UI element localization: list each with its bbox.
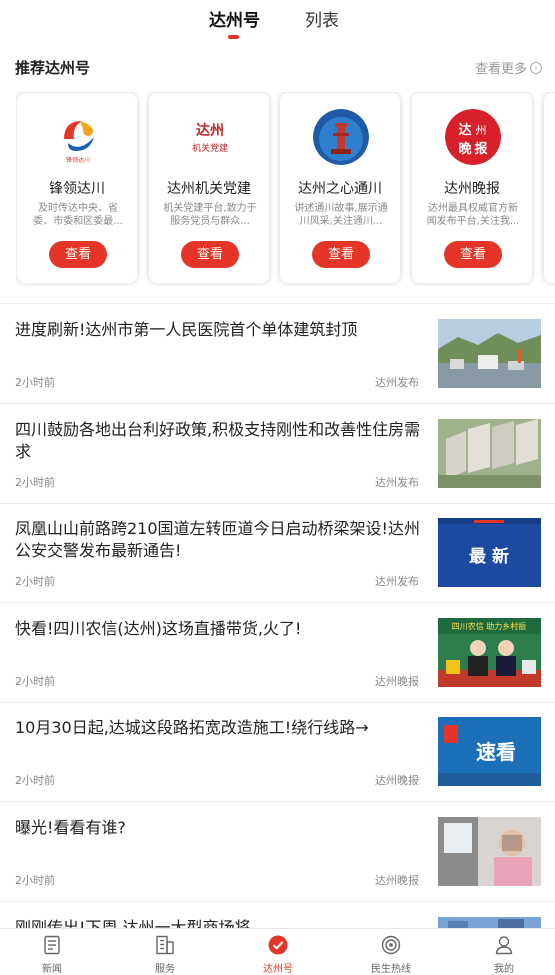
recommend-card-tongchuan[interactable]: 达州之心通川 讲述通川故事,展示通川风采,关注通川... 查看 xyxy=(279,92,401,284)
news-item[interactable]: 四川鼓励各地出台利好政策,积极支持刚性和改善性住房需求 2小时前 达州发布 xyxy=(0,404,555,504)
news-time: 2小时前 xyxy=(15,874,55,887)
recommend-card-desc: 机关党建平台,致力于服务党员与群众... xyxy=(163,203,257,227)
recommend-card-fengling[interactable]: 锋领达川 锋领达川 及时传达中央、省委、市委和区委最... 查看 xyxy=(16,92,138,284)
recommend-card-wanbao[interactable]: 达 州 晚 报 达州晚报 达州最具权威官方新闻发布平台,关注我... 查看 xyxy=(411,92,533,284)
news-source: 达州晚报 xyxy=(375,675,419,688)
news-thumbnail-caption: 四川农信 助力乡村振 xyxy=(452,621,527,631)
news-source: 达州晚报 xyxy=(375,874,419,887)
news-title: 曝光!看看有谁? xyxy=(15,818,126,837)
news-thumbnail: 速看 xyxy=(438,717,541,786)
profile-icon xyxy=(495,936,513,955)
tab-dazhou-hao[interactable]: 达州号 xyxy=(209,6,260,31)
news-source: 达州晚报 xyxy=(375,774,419,787)
tongchuan-logo-icon xyxy=(313,109,369,165)
news-time: 2小时前 xyxy=(15,476,55,489)
svg-text:报: 报 xyxy=(474,142,488,157)
news-time: 2小时前 xyxy=(15,575,55,588)
tab-list[interactable]: 列表 xyxy=(305,6,339,31)
recommend-card-desc: 讲述通川故事,展示通川风采,关注通川... xyxy=(294,203,388,227)
svg-text:达: 达 xyxy=(458,122,471,138)
news-thumbnail xyxy=(438,817,541,886)
active-tab-indicator xyxy=(228,35,239,39)
news-time: 2小时前 xyxy=(15,376,55,389)
recommend-card-name: 达州晚报 xyxy=(444,181,500,197)
view-button[interactable]: 查看 xyxy=(49,241,107,268)
chevron-right-icon: › xyxy=(530,61,542,74)
view-button[interactable]: 查看 xyxy=(312,241,370,268)
news-item[interactable]: 凤凰山山前路跨210国道左转匝道今日启动桥梁架设!达州公安交警发布最新通告! 2… xyxy=(0,503,555,603)
news-title: 进度刷新!达州市第一人民医院首个单体建筑封顶 xyxy=(15,320,358,339)
news-time: 2小时前 xyxy=(15,774,55,787)
news-thumbnail xyxy=(438,319,541,388)
nav-hotline[interactable]: 民生热线 xyxy=(351,929,431,975)
see-more-label: 查看更多 xyxy=(474,62,527,77)
nav-label: 达州号 xyxy=(263,964,293,975)
news-title: 四川鼓励各地出台利好政策,积极支持刚性和改善性住房需求 xyxy=(15,420,421,461)
recommend-card-name: 达州之心通川 xyxy=(298,181,382,197)
news-icon xyxy=(44,935,60,955)
fengling-logo-icon: 锋领达川 xyxy=(50,109,106,165)
news-thumbnail xyxy=(438,419,541,488)
recommend-header: 推荐达州号 查看更多 › xyxy=(15,57,542,79)
nav-dazhou-hao[interactable]: 达州号 xyxy=(238,929,318,975)
recommend-card-name: 达州机关党建 xyxy=(167,181,251,197)
recommend-card-partial[interactable] xyxy=(543,92,555,284)
nav-label: 服务 xyxy=(155,964,175,975)
news-title: 10月30日起,达城这段路拓宽改造施工!绕行线路→ xyxy=(15,718,369,737)
news-item[interactable]: 10月30日起,达城这段路拓宽改造施工!绕行线路→ 2小时前 达州晚报 速看 xyxy=(0,702,555,802)
news-item[interactable]: 快看!四川农信(达州)这场直播带货,火了! 2小时前 达州晚报 四川农信 助力乡… xyxy=(0,603,555,703)
news-thumbnail: 最 新 xyxy=(438,518,541,587)
recommend-carousel[interactable]: 锋领达川 锋领达川 及时传达中央、省委、市委和区委最... 查看 达州 机关党建… xyxy=(16,92,555,286)
service-icon xyxy=(156,935,174,955)
svg-text:机关党建: 机关党建 xyxy=(192,142,228,154)
news-item[interactable]: 曝光!看看有谁? 2小时前 达州晚报 xyxy=(0,802,555,902)
recommend-card-name: 锋领达川 xyxy=(49,181,105,197)
see-more-link[interactable]: 查看更多 › xyxy=(475,58,542,77)
wanbao-logo-icon: 达 州 晚 报 xyxy=(445,109,501,165)
nav-label: 民生热线 xyxy=(371,964,411,975)
svg-text:州: 州 xyxy=(476,124,487,137)
recommend-card-desc: 达州最具权威官方新闻发布平台,关注我... xyxy=(426,203,520,227)
nav-profile[interactable]: 我的 xyxy=(464,929,544,975)
news-thumbnail-caption: 最 新 xyxy=(469,546,509,567)
bottom-nav: 新闻 服务 达州号 民生热线 我的 xyxy=(0,928,555,975)
news-source: 达州发布 xyxy=(375,376,419,389)
hotline-icon xyxy=(381,935,401,955)
news-item[interactable]: 进度刷新!达州市第一人民医院首个单体建筑封顶 2小时前 达州发布 xyxy=(0,304,555,404)
svg-text:晚: 晚 xyxy=(458,141,471,157)
news-title: 快看!四川农信(达州)这场直播带货,火了! xyxy=(15,619,302,638)
nav-service[interactable]: 服务 xyxy=(125,929,205,975)
jiguan-logo-icon: 达州 机关党建 xyxy=(182,109,238,165)
recommend-title: 推荐达州号 xyxy=(15,59,91,77)
news-thumbnail: 四川农信 助力乡村振 xyxy=(438,618,541,687)
view-button[interactable]: 查看 xyxy=(444,241,502,268)
nav-label: 我的 xyxy=(494,964,514,975)
news-time: 2小时前 xyxy=(15,675,55,688)
svg-text:锋领达川: 锋领达川 xyxy=(66,156,90,164)
view-button[interactable]: 查看 xyxy=(181,241,239,268)
recommend-card-jiguan[interactable]: 达州 机关党建 达州机关党建 机关党建平台,致力于服务党员与群众... 查看 xyxy=(148,92,270,284)
dazhou-hao-icon xyxy=(268,935,288,955)
nav-news[interactable]: 新闻 xyxy=(12,929,92,975)
news-source: 达州发布 xyxy=(375,575,419,588)
top-tabs: 达州号 列表 xyxy=(0,0,555,44)
recommend-card-desc: 及时传达中央、省委、市委和区委最... xyxy=(33,203,123,227)
news-title: 凤凰山山前路跨210国道左转匝道今日启动桥梁架设!达州公安交警发布最新通告! xyxy=(15,519,420,560)
news-source: 达州发布 xyxy=(375,476,419,489)
nav-label: 新闻 xyxy=(42,964,62,975)
news-thumbnail-caption: 速看 xyxy=(476,740,516,764)
svg-text:达州: 达州 xyxy=(196,122,224,139)
